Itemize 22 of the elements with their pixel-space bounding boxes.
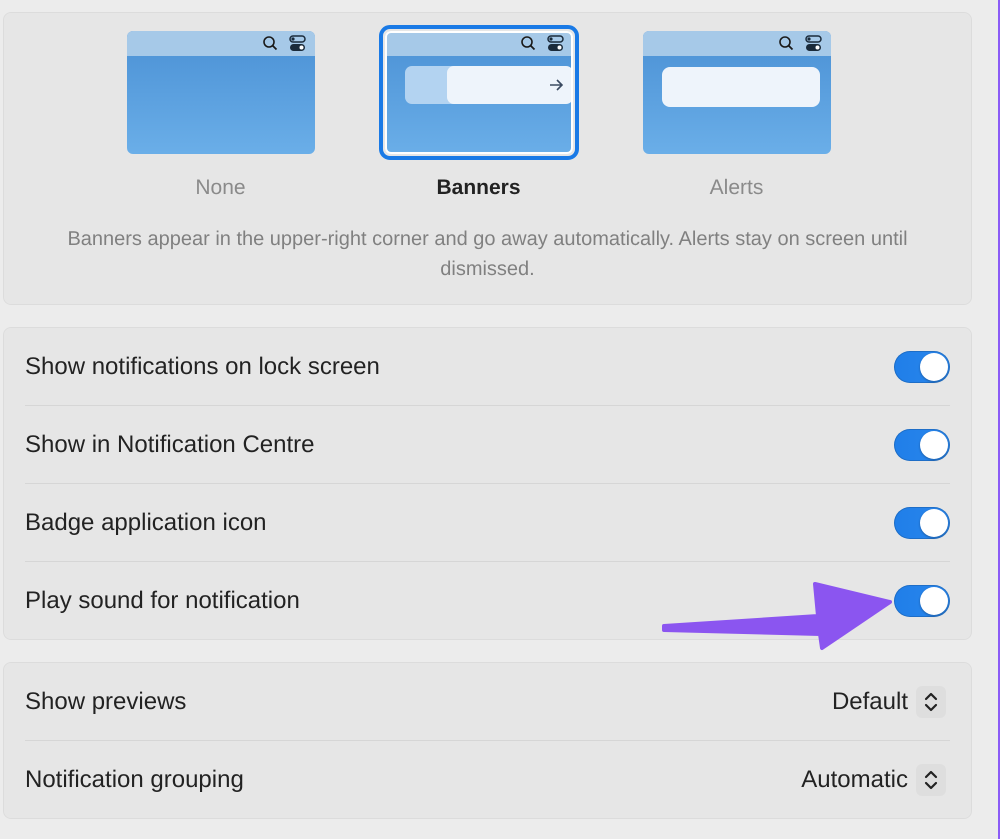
setting-label: Show previews xyxy=(25,688,186,716)
stepper-icon[interactable] xyxy=(916,764,946,796)
style-label[interactable]: Banners xyxy=(436,176,521,200)
toggle-switch[interactable] xyxy=(894,428,950,460)
popup-value[interactable]: Automatic xyxy=(801,766,908,794)
search-icon xyxy=(262,36,277,50)
description-text: Banners appear in the upper-right corner and go away automatically. Alerts stay on screen until dismissed. xyxy=(66,227,909,282)
popup-value[interactable]: Default xyxy=(832,688,908,716)
setting-label: Notification grouping xyxy=(25,766,244,794)
toggle-switch[interactable] xyxy=(894,506,950,538)
setting-label: Badge application icon xyxy=(25,508,267,536)
setting-label: Show notifications on lock screen xyxy=(25,352,380,380)
toggle-switch[interactable] xyxy=(894,584,950,616)
stepper-icon[interactable] xyxy=(916,686,946,718)
search-icon xyxy=(520,36,535,50)
search-icon xyxy=(778,36,793,50)
toggles-icon xyxy=(288,35,306,51)
toggle-switch[interactable] xyxy=(894,350,950,382)
toggles-icon xyxy=(546,35,564,51)
toggles-icon xyxy=(804,35,822,51)
setting-label: Play sound for notification xyxy=(25,586,300,614)
setting-label: Show in Notification Centre xyxy=(25,430,314,458)
